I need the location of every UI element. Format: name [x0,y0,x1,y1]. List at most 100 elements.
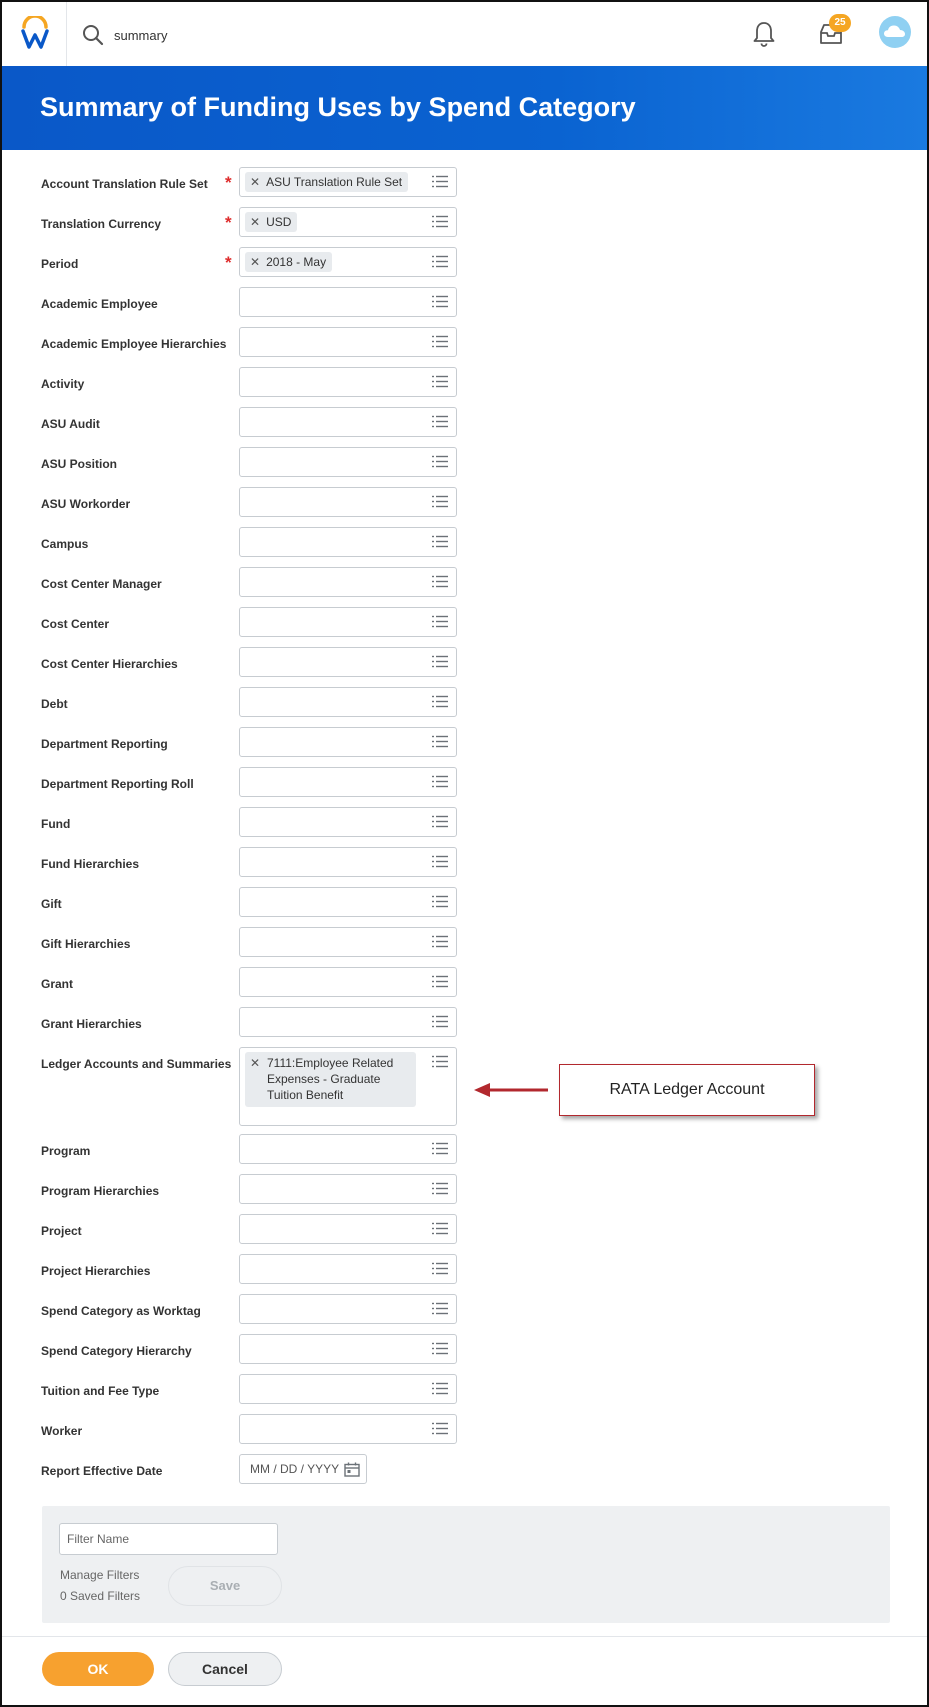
list-icon[interactable] [432,695,448,708]
list-icon[interactable] [432,615,448,628]
list-icon[interactable] [432,1182,448,1195]
field-row-period: Period * ✕ 2018 - May [2,247,927,281]
calendar-icon[interactable] [344,1462,360,1477]
academic-employee-field[interactable] [239,287,457,317]
gift-hierarchies-field[interactable] [239,927,457,957]
list-icon[interactable] [432,655,448,668]
spend-category-hierarchy-field[interactable] [239,1334,457,1364]
list-icon[interactable] [432,1262,448,1275]
field-label: Report Effective Date [41,1464,163,1478]
list-icon[interactable] [432,1342,448,1355]
list-icon[interactable] [432,455,448,468]
field-label: Program [41,1144,91,1158]
account-translation-rule-set-field[interactable]: ✕ ASU Translation Rule Set [239,167,457,197]
selected-pill[interactable]: ✕ 2018 - May [245,252,333,272]
asu-position-field[interactable] [239,447,457,477]
worker-field[interactable] [239,1414,457,1444]
field-row-spend-category-hierarchy: Spend Category Hierarchy [2,1334,927,1368]
department-reporting-roll-field[interactable] [239,767,457,797]
pill-label: ASU Translation Rule Set [266,175,403,189]
list-icon[interactable] [432,775,448,788]
activity-field[interactable] [239,367,457,397]
list-icon[interactable] [432,535,448,548]
remove-icon[interactable]: ✕ [250,215,260,229]
campus-field[interactable] [239,527,457,557]
gift-field[interactable] [239,887,457,917]
list-icon[interactable] [432,1142,448,1155]
academic-employee-hierarchies-field[interactable] [239,327,457,357]
debt-field[interactable] [239,687,457,717]
list-icon[interactable] [432,255,448,268]
filter-name-input[interactable] [59,1523,278,1555]
project-hierarchies-field[interactable] [239,1254,457,1284]
saved-filters-count: 0 Saved Filters [60,1589,141,1603]
cost-center-manager-field[interactable] [239,567,457,597]
asu-audit-field[interactable] [239,407,457,437]
department-reporting-field[interactable] [239,727,457,757]
list-icon[interactable] [432,855,448,868]
fund-hierarchies-field[interactable] [239,847,457,877]
cost-center-hierarchies-field[interactable] [239,647,457,677]
workday-logo-icon[interactable] [20,16,50,50]
report-effective-date-input[interactable]: MM / DD / YYYY [239,1454,367,1484]
translation-currency-field[interactable]: ✕ USD [239,207,457,237]
list-icon[interactable] [432,335,448,348]
field-row-cost-center: Cost Center [2,607,927,641]
selected-pill[interactable]: ✕ 7111:Employee Related Expenses - Gradua… [245,1052,416,1107]
list-icon[interactable] [432,1382,448,1395]
field-label: Period [41,257,79,271]
list-icon[interactable] [432,495,448,508]
cancel-button[interactable]: Cancel [168,1652,282,1686]
ledger-accounts-and-summaries-field[interactable]: ✕ 7111:Employee Related Expenses - Gradua… [239,1047,457,1126]
field-label: Cost Center Manager [41,577,162,591]
list-icon[interactable] [432,735,448,748]
list-icon[interactable] [432,1302,448,1315]
pill-label: 2018 - May [266,255,327,269]
project-field[interactable] [239,1214,457,1244]
grant-hierarchies-field[interactable] [239,1007,457,1037]
list-icon[interactable] [432,1222,448,1235]
remove-icon[interactable]: ✕ [250,255,260,269]
bell-icon[interactable] [752,20,776,48]
list-icon[interactable] [432,975,448,988]
field-row-asu-workorder: ASU Workorder [2,487,927,521]
list-icon[interactable] [432,575,448,588]
selected-pill[interactable]: ✕ USD [245,212,298,232]
search-input[interactable] [112,22,416,48]
ok-button[interactable]: OK [42,1652,154,1686]
list-icon[interactable] [432,1015,448,1028]
list-icon[interactable] [432,295,448,308]
search-icon[interactable] [82,24,104,46]
field-row-grant: Grant [2,967,927,1001]
field-row-fund-hierarchies: Fund Hierarchies [2,847,927,881]
list-icon[interactable] [432,1055,448,1068]
list-icon[interactable] [432,935,448,948]
program-hierarchies-field[interactable] [239,1174,457,1204]
remove-icon[interactable]: ✕ [250,175,260,189]
avatar[interactable] [879,16,911,48]
save-filter-button[interactable]: Save [168,1566,282,1606]
field-row-account-translation-rule-set: Account Translation Rule Set * ✕ ASU Tran… [2,167,927,201]
period-field[interactable]: ✕ 2018 - May [239,247,457,277]
field-label: Spend Category as Worktag [41,1304,201,1318]
grant-field[interactable] [239,967,457,997]
list-icon[interactable] [432,415,448,428]
list-icon[interactable] [432,1422,448,1435]
fund-field[interactable] [239,807,457,837]
tuition-and-fee-type-field[interactable] [239,1374,457,1404]
asu-workorder-field[interactable] [239,487,457,517]
selected-pill[interactable]: ✕ ASU Translation Rule Set [245,172,409,192]
manage-filters-link[interactable]: Manage Filters [60,1568,139,1582]
list-icon[interactable] [432,375,448,388]
list-icon[interactable] [432,815,448,828]
cost-center-field[interactable] [239,607,457,637]
list-icon[interactable] [432,895,448,908]
spend-category-as-worktag-field[interactable] [239,1294,457,1324]
field-label: Campus [41,537,89,551]
list-icon[interactable] [432,215,448,228]
field-row-report-effective-date: Report Effective Date MM / DD / YYYY [2,1454,927,1488]
remove-icon[interactable]: ✕ [250,1055,267,1071]
program-field[interactable] [239,1134,457,1164]
field-label: Program Hierarchies [41,1184,160,1198]
list-icon[interactable] [432,175,448,188]
